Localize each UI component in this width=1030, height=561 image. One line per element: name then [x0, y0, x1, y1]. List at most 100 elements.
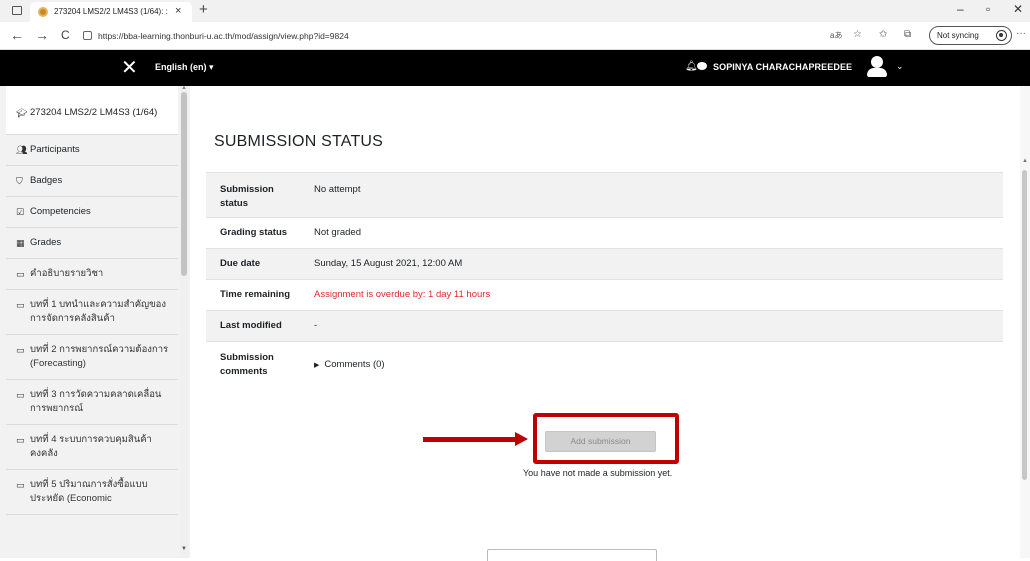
collections-icon[interactable]: ⧉ [904, 29, 911, 40]
page-scroll-up-icon[interactable]: ▲ [1022, 158, 1028, 164]
sync-button[interactable]: Not syncing [929, 26, 1012, 45]
page-scrollbar-thumb[interactable] [1022, 170, 1027, 480]
tab-close-icon[interactable]: × [175, 5, 181, 17]
sidebar-item[interactable]: ▭ บทที่ 3 การวัดความคลาดเคลื่อนการพยากรณ์ [6, 380, 178, 425]
table-row: Time remaining Assignment is overdue by:… [206, 279, 1003, 311]
sync-label: Not syncing [937, 31, 979, 40]
table-row: Last modified - [206, 310, 1003, 342]
drawer-scrollbar[interactable]: ▲ ▼ [180, 85, 188, 558]
sidebar-item[interactable]: ▦ Grades [6, 228, 178, 259]
address-bar: ← → C https://bba-learning.thonburi-u.ac… [0, 22, 1030, 50]
folder-icon: ▭ [16, 435, 25, 445]
sidebar-item[interactable]: ☑ Competencies [6, 197, 178, 228]
favorite-icon[interactable]: ☆ [853, 29, 862, 40]
table-row: Due date Sunday, 15 August 2021, 12:00 A… [206, 248, 1003, 280]
tab-title: 273204 LMS2/2 LM4S3 (1/64): : [54, 7, 168, 16]
sidebar-item[interactable]: 👥︎ Participants [6, 135, 178, 166]
url-field[interactable]: https://bba-learning.thonburi-u.ac.th/mo… [98, 31, 349, 41]
folder-icon: ▭ [16, 345, 25, 355]
user-name[interactable]: SOPINYA CHARACHAPREEDEE [713, 62, 852, 72]
row-label: Last modified [220, 320, 282, 331]
course-drawer: 🎓︎ 273204 LMS2/2 LM4S3 (1/64) 👥︎ Participan… [0, 85, 190, 558]
site-favicon-icon [38, 7, 48, 17]
sidebar-item[interactable]: ▭ บทที่ 1 บทนำและความสำคัญของการจัดการคลั… [6, 290, 178, 335]
chevron-down-icon[interactable]: ⌄ [896, 61, 904, 72]
caret-right-icon: ▶ [314, 362, 320, 369]
sidebar-item-label: บทที่ 1 บทนำและความสำคัญของการจัดการคลัง… [30, 299, 166, 324]
sidebar-item-label: Participants [30, 144, 80, 155]
reload-button[interactable]: C [61, 28, 70, 42]
scroll-up-icon[interactable]: ▲ [181, 85, 187, 91]
sidebar-item-label: บทที่ 2 การพยากรณ์ความต้องการ (Forecasti… [30, 344, 169, 369]
browser-tab-strip: 273204 LMS2/2 LM4S3 (1/64): : × + – ▫ ✕ [0, 0, 1030, 22]
page-scrollbar[interactable]: ▲ [1020, 86, 1030, 558]
page-title: SUBMISSION STATUS [214, 133, 384, 150]
row-label: Time remaining [220, 289, 291, 300]
new-tab-button[interactable]: + [199, 1, 208, 18]
row-value: Sunday, 15 August 2021, 12:00 AM [314, 258, 463, 269]
users-icon: 👥︎ [16, 145, 28, 155]
more-menu-button[interactable]: ··· [1016, 28, 1026, 39]
drawer-course-home[interactable]: 🎓︎ 273204 LMS2/2 LM4S3 (1/64) [6, 86, 178, 135]
table-row: Grading status Not graded [206, 217, 1003, 249]
sidebar-item-label: Competencies [30, 206, 91, 217]
no-submission-text: You have not made a submission yet. [523, 468, 673, 478]
bottom-panel-edge [487, 549, 657, 561]
sidebar-item-label: คำอธิบายรายวิชา [30, 268, 104, 279]
table-row: Submission status No attempt [206, 172, 1003, 218]
comments-toggle[interactable]: ▶ Comments (0) [310, 342, 1003, 390]
lock-icon[interactable] [83, 31, 92, 40]
scroll-down-icon[interactable]: ▼ [181, 546, 187, 552]
sidebar-item-label: Grades [30, 237, 62, 248]
site-navbar: ✕ English (en) ▾ 🔔︎ SOPINYA CHARACHAPREE… [0, 50, 1030, 86]
comments-link[interactable]: Comments (0) [324, 359, 384, 370]
forward-button[interactable]: → [35, 27, 49, 43]
sidebar-item-label: Badges [30, 175, 63, 186]
submission-status-table: Submission status No attempt Grading sta… [206, 172, 1003, 390]
check-square-icon: ☑ [16, 207, 25, 217]
chat-icon[interactable] [697, 62, 707, 70]
maximize-button[interactable]: ▫ [986, 2, 990, 16]
overdue-text: Assignment is overdue by: 1 day 11 hours [314, 289, 491, 300]
language-menu[interactable]: English (en) ▾ [155, 62, 214, 73]
folder-icon: ▭ [16, 390, 25, 400]
row-label: Submission comments [220, 352, 274, 377]
row-label: Submission status [220, 184, 274, 209]
sidebar-item-label: 273204 LMS2/2 LM4S3 (1/64) [30, 107, 158, 118]
add-submission-button[interactable]: Add submission [545, 431, 656, 452]
sidebar-item[interactable]: ▭ บทที่ 4 ระบบการควบคุมสินค้าคงคลัง [6, 425, 178, 470]
graduation-cap-icon: 🎓︎ [16, 108, 28, 118]
sidebar-item[interactable]: ▭ คำอธิบายรายวิชา [6, 259, 178, 290]
row-label: Due date [220, 258, 261, 269]
bell-icon[interactable]: 🔔︎ [685, 61, 698, 72]
row-value: - [314, 320, 318, 331]
shield-icon: ⛉ [16, 176, 23, 186]
profile-icon [996, 30, 1007, 41]
avatar[interactable] [866, 56, 888, 78]
sidebar-item[interactable]: ▭ บทที่ 5 ปริมาณการสั่งซื้อแบบประหยัด (Ec… [6, 470, 178, 515]
sidebar-item-label: บทที่ 4 ระบบการควบคุมสินค้าคงคลัง [30, 434, 152, 459]
row-label: Grading status [220, 227, 288, 238]
folder-icon: ▭ [16, 300, 25, 310]
row-value: Not graded [314, 227, 362, 238]
table-row: Submission comments ▶ Comments (0) [206, 341, 1003, 390]
row-value: No attempt [314, 184, 361, 195]
minimize-button[interactable]: – [957, 2, 964, 16]
folder-icon: ▭ [16, 480, 25, 490]
sidebar-item[interactable]: ⛉ Badges [6, 166, 178, 197]
folder-icon: ▭ [16, 269, 25, 279]
close-drawer-icon[interactable]: ✕ [121, 55, 138, 80]
window-close-button[interactable]: ✕ [1013, 2, 1023, 16]
favorites-list-icon[interactable]: ✩ [879, 29, 887, 40]
read-aloud-icon[interactable]: aあ [830, 30, 842, 41]
back-button[interactable]: ← [10, 27, 24, 43]
table-icon: ▦ [16, 238, 25, 248]
tab-actions-icon[interactable] [12, 6, 22, 15]
scrollbar-thumb[interactable] [181, 92, 187, 276]
sidebar-item-label: บทที่ 5 ปริมาณการสั่งซื้อแบบประหยัด (Eco… [30, 479, 148, 504]
annotation-arrow-icon [423, 432, 528, 446]
browser-tab[interactable]: 273204 LMS2/2 LM4S3 (1/64): : × [30, 2, 192, 22]
sidebar-item[interactable]: ▭ บทที่ 2 การพยากรณ์ความต้องการ (Forecast… [6, 335, 178, 380]
sidebar-item-label: บทที่ 3 การวัดความคลาดเคลื่อนการพยากรณ์ [30, 389, 162, 414]
drawer-nav-list: 🎓︎ 273204 LMS2/2 LM4S3 (1/64) 👥︎ Participan… [6, 86, 178, 515]
